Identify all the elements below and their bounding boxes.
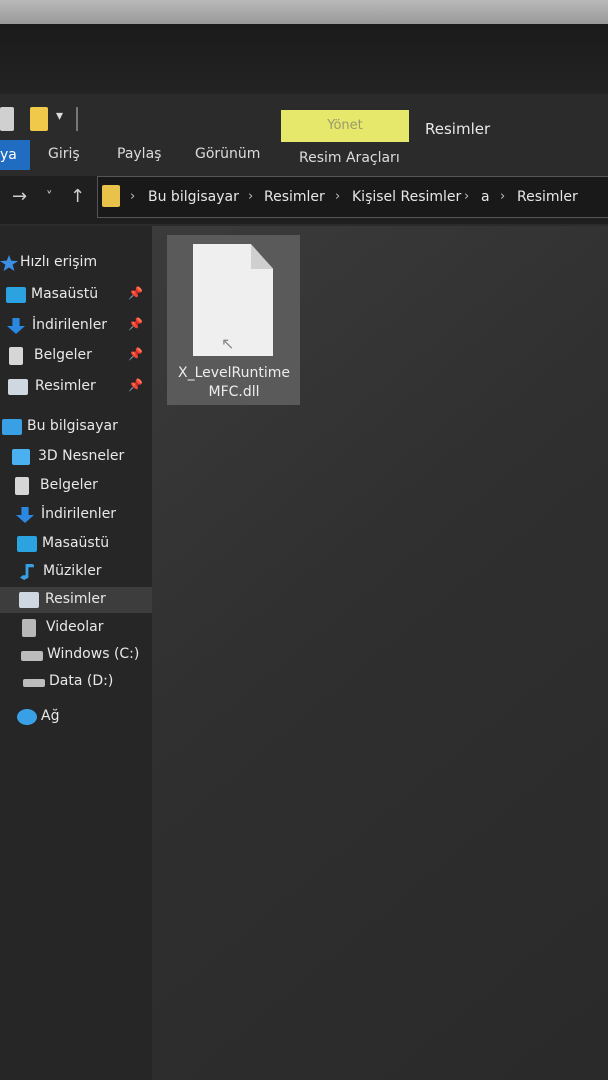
breadcrumb-separator[interactable]: ›: [335, 189, 340, 204]
breadcrumb-separator[interactable]: ›: [500, 189, 505, 204]
monitor-bezel: [0, 24, 608, 94]
breadcrumb-separator[interactable]: ›: [248, 189, 253, 204]
sidebar-item-videos[interactable]: Videolar: [0, 615, 152, 641]
pin-icon: 📌: [128, 347, 143, 361]
sidebar-item-label: Resimler: [35, 378, 96, 394]
documents-icon: [9, 347, 23, 365]
download-icon: [7, 318, 25, 334]
sidebar-item-label: Müzikler: [43, 563, 102, 579]
breadcrumb-pictures[interactable]: Resimler: [264, 189, 325, 205]
tab-share[interactable]: Paylaş: [117, 146, 161, 162]
recent-locations-icon[interactable]: ˅: [46, 190, 53, 205]
new-folder-icon[interactable]: [30, 107, 48, 131]
sidebar-item-label: İndirilenler: [41, 506, 117, 522]
network-icon: [17, 709, 37, 725]
folder-icon: [102, 185, 120, 207]
sidebar-item-downloads[interactable]: İndirilenler 📌: [0, 313, 152, 339]
drive-icon: [21, 651, 43, 661]
tab-picture-tools[interactable]: Resim Araçları: [299, 150, 400, 166]
sidebar-item-this-pc[interactable]: Bu bilgisayar: [0, 414, 152, 440]
documents-icon: [15, 477, 29, 495]
mouse-cursor: ↖: [221, 334, 235, 353]
pictures-icon: [19, 592, 39, 608]
cube-icon: [12, 449, 30, 465]
pin-icon: 📌: [128, 286, 143, 300]
sidebar-item-downloads[interactable]: İndirilenler: [0, 502, 152, 528]
star-icon: [0, 255, 18, 271]
computer-icon: [2, 419, 22, 435]
sidebar-item-desktop[interactable]: Masaüstü 📌: [0, 282, 152, 308]
forward-icon[interactable]: →: [12, 186, 27, 207]
sidebar-item-label: Data (D:): [49, 673, 114, 689]
sidebar-item-label: İndirilenler: [32, 317, 108, 333]
navigation-pane: Hızlı erişim Masaüstü 📌 İndirilenler 📌 B…: [0, 226, 152, 1080]
breadcrumb-personal-pictures[interactable]: Kişisel Resimler: [352, 189, 461, 205]
pin-icon: 📌: [128, 378, 143, 392]
pictures-icon: [8, 379, 28, 395]
file-name-line-1: X_LevelRuntime: [177, 365, 291, 381]
sidebar-item-pictures-selected[interactable]: Resimler: [0, 587, 152, 613]
file-name-line-2: MFC.dll: [208, 384, 260, 400]
sidebar-item-label: Masaüstü: [42, 535, 110, 551]
sidebar-item-network[interactable]: Ağ: [0, 704, 152, 730]
pin-icon: 📌: [128, 317, 143, 331]
sidebar-item-label: Belgeler: [34, 347, 92, 363]
desktop-icon: [6, 287, 26, 303]
breadcrumb-separator[interactable]: ›: [464, 189, 469, 204]
window-title: Resimler: [425, 120, 491, 138]
customize-toolbar-dropdown[interactable]: ▾: [56, 108, 68, 132]
sidebar-item-label: Hızlı erişim: [20, 254, 98, 270]
breadcrumb-a[interactable]: a: [481, 189, 490, 205]
video-icon: [22, 619, 36, 637]
sidebar-item-label: 3D Nesneler: [38, 448, 125, 464]
sidebar-item-quick-access[interactable]: Hızlı erişim: [0, 250, 152, 276]
sidebar-item-label: Resimler: [45, 591, 106, 607]
tab-view[interactable]: Görünüm: [195, 146, 260, 162]
sidebar-item-label: Videolar: [46, 619, 104, 635]
sidebar-item-drive-d[interactable]: Data (D:): [0, 669, 152, 695]
desktop-icon: [17, 536, 37, 552]
sidebar-item-label: Ağ: [41, 708, 60, 724]
sidebar-item-documents[interactable]: Belgeler 📌: [0, 343, 152, 369]
breadcrumb-this-pc[interactable]: Bu bilgisayar: [148, 189, 239, 205]
music-icon: [20, 564, 34, 580]
sidebar-item-pictures[interactable]: Resimler 📌: [0, 374, 152, 400]
sidebar-item-desktop[interactable]: Masaüstü: [0, 531, 152, 557]
sidebar-item-label: Belgeler: [40, 477, 98, 493]
drive-icon: [23, 679, 45, 687]
file-name: X_LevelRuntime MFC.dll: [170, 364, 298, 402]
sidebar-item-label: Bu bilgisayar: [27, 418, 118, 434]
tab-home[interactable]: Giriş: [48, 146, 80, 162]
breadcrumb-separator[interactable]: ›: [130, 189, 135, 204]
breadcrumb-current[interactable]: Resimler: [517, 189, 578, 205]
sidebar-item-music[interactable]: Müzikler: [0, 559, 152, 585]
download-icon: [16, 507, 34, 523]
sidebar-item-drive-c[interactable]: Windows (C:): [0, 642, 152, 668]
sidebar-item-documents[interactable]: Belgeler: [0, 473, 152, 499]
sidebar-item-label: Windows (C:): [47, 646, 140, 662]
toolbar-divider: [76, 107, 78, 131]
properties-icon[interactable]: [0, 107, 14, 131]
sidebar-item-label: Masaüstü: [31, 286, 99, 302]
sidebar-item-3d-objects[interactable]: 3D Nesneler: [0, 444, 152, 470]
tab-file[interactable]: ya: [0, 140, 30, 170]
manage-context-header: Yönet: [281, 110, 409, 142]
up-icon[interactable]: ↑: [70, 186, 85, 207]
